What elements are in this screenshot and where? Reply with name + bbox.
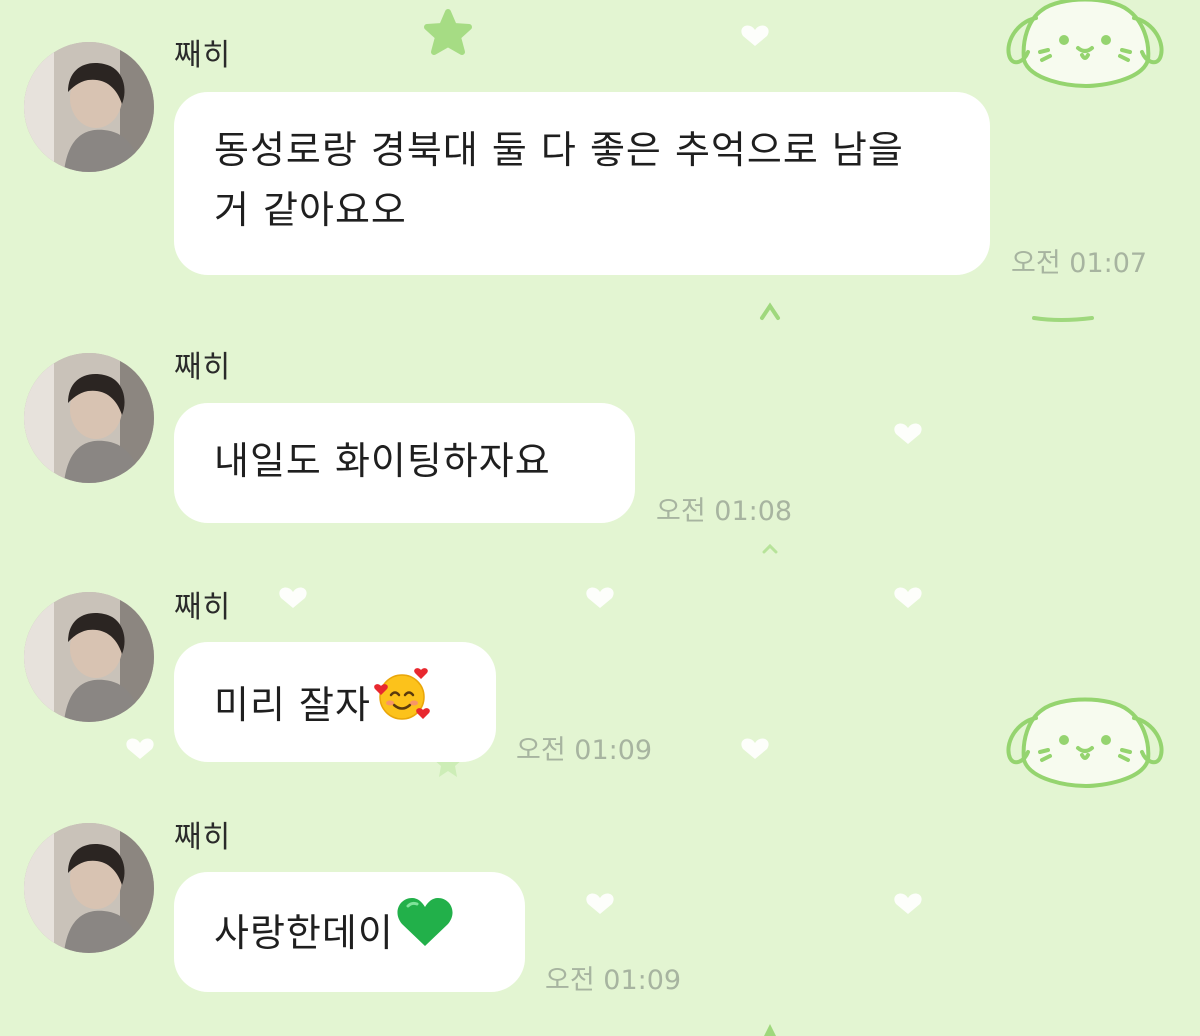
green-heart-icon [396, 896, 454, 967]
star-decoration [764, 1024, 776, 1036]
message-timestamp: 오전 01:09 [545, 965, 682, 996]
message-text: 사랑한데이 [214, 911, 394, 955]
sender-name: 째히 [174, 820, 232, 855]
message-bubble[interactable]: 사랑한데이 [174, 872, 525, 992]
avatar[interactable] [24, 823, 154, 953]
message-item: 째히 사랑한데이 오전 01:09 [0, 0, 1200, 1010]
